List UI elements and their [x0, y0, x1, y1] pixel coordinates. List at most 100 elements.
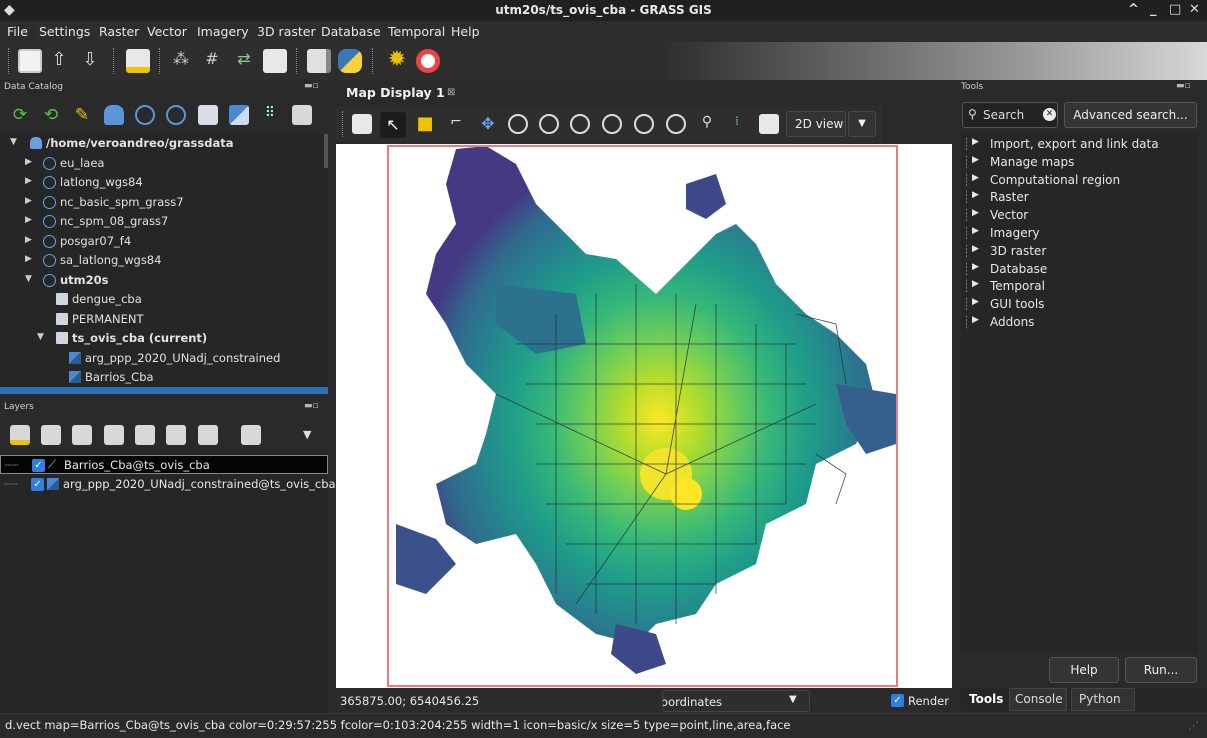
reload-icon[interactable]: ⟳: [10, 105, 30, 125]
map-composer-icon[interactable]: [263, 49, 287, 73]
layer-visibility-checkbox[interactable]: ✓: [31, 478, 44, 491]
view-mode-select[interactable]: 2D view: [786, 111, 846, 137]
menu-settings[interactable]: Settings: [39, 24, 90, 39]
save-display-icon[interactable]: [759, 114, 779, 134]
open-workspace-icon[interactable]: ⇧: [47, 49, 71, 73]
zoom-region-icon[interactable]: [666, 114, 686, 134]
tool-category-raster[interactable]: ┊ ▶ Raster: [961, 189, 1198, 207]
chevron-right-icon[interactable]: ▶: [25, 157, 32, 167]
dock-float-button[interactable]: ▬▫: [304, 81, 319, 91]
tree-grassdb-root[interactable]: ▼ /home/veroandreo/grassdata: [0, 134, 328, 153]
zoom-back-icon[interactable]: [634, 114, 654, 134]
window-minimize-button[interactable]: _: [1150, 2, 1157, 17]
add-raster-icon[interactable]: [41, 425, 61, 445]
menu-file[interactable]: File: [7, 24, 28, 39]
layer-item-vector[interactable]: ┄┄ ✓ ⟋ Barrios_Cba@ts_ovis_cba: [0, 455, 328, 474]
query-icon[interactable]: ⌐: [446, 114, 466, 134]
more-tools-dropdown-icon[interactable]: ▼: [303, 428, 311, 441]
analyze-icon[interactable]: ⚲: [697, 114, 717, 134]
tab-python[interactable]: Python: [1079, 692, 1121, 706]
menu-imagery[interactable]: Imagery: [197, 24, 249, 39]
chevron-right-icon[interactable]: ▶: [25, 176, 32, 186]
pointer-icon[interactable]: ↖: [380, 112, 406, 138]
add-raster-misc-icon[interactable]: [72, 425, 92, 445]
advanced-search-button[interactable]: Advanced search...: [1064, 102, 1197, 128]
render-map-icon[interactable]: [352, 114, 372, 134]
dock-float-button[interactable]: ▬▫: [1176, 81, 1191, 91]
window-maximize-button[interactable]: □: [1169, 2, 1181, 17]
import-raster-icon[interactable]: [229, 105, 249, 125]
help-button[interactable]: Help: [1049, 657, 1119, 683]
zoom-extent-icon[interactable]: [570, 114, 590, 134]
resize-grip-icon[interactable]: ⋰: [1188, 719, 1199, 732]
tree-location-item[interactable]: ▶ eu_laea: [0, 154, 328, 173]
add-overlay-icon[interactable]: [198, 425, 218, 445]
menu-raster[interactable]: Raster: [99, 24, 139, 39]
tree-scrollbar[interactable]: [324, 134, 328, 168]
tree-location-item[interactable]: ▶ sa_latlong_wgs84: [0, 251, 328, 270]
reload-current-mapset-icon[interactable]: ⟲: [41, 105, 61, 125]
tool-category-region[interactable]: ┊ ▶ Computational region: [961, 172, 1198, 190]
select-vector-icon[interactable]: ■: [415, 114, 435, 134]
remove-layer-icon[interactable]: [241, 425, 261, 445]
download-location-icon[interactable]: [166, 105, 186, 125]
clear-search-icon[interactable]: ✕: [1043, 108, 1056, 121]
add-map-layers-icon[interactable]: [10, 425, 30, 445]
tab-map-display-1[interactable]: Map Display 1 ⊠: [337, 83, 463, 104]
tab-tools[interactable]: Tools: [969, 692, 1003, 706]
save-workspace-icon[interactable]: ⇩: [78, 49, 102, 73]
window-close-button[interactable]: ✕: [1189, 2, 1200, 17]
tool-category-database[interactable]: ┊ ▶ Database: [961, 261, 1198, 279]
tree-mapset-item[interactable]: PERMANENT: [0, 310, 328, 329]
add-group-icon[interactable]: [166, 425, 186, 445]
menu-vector[interactable]: Vector: [147, 24, 187, 39]
menu-database[interactable]: Database: [321, 24, 381, 39]
pan-icon[interactable]: ✥: [478, 114, 498, 134]
chevron-right-icon[interactable]: ▶: [25, 215, 32, 225]
chevron-down-icon[interactable]: ▼: [25, 274, 32, 284]
edit-pencil-icon[interactable]: ✎: [72, 105, 92, 125]
window-shade-button[interactable]: ^: [1128, 2, 1139, 17]
python-shell-icon[interactable]: [338, 49, 362, 73]
tree-location-item[interactable]: ▶ posgar07_f4: [0, 232, 328, 251]
tool-category-addons[interactable]: ┊ ▶ Addons: [961, 314, 1198, 332]
menu-help[interactable]: Help: [451, 24, 480, 39]
map-canvas[interactable]: [336, 144, 952, 688]
new-map-display-icon[interactable]: [126, 49, 150, 73]
tool-category-temporal[interactable]: ┊ ▶ Temporal: [961, 278, 1198, 296]
tree-map-item[interactable]: Barrios_Cba: [0, 368, 328, 387]
tool-category-manage-maps[interactable]: ┊ ▶ Manage maps: [961, 154, 1198, 172]
help-lifebuoy-icon[interactable]: [416, 49, 440, 73]
tree-location-item[interactable]: ▶ nc_spm_08_grass7: [0, 212, 328, 231]
run-button[interactable]: Run...: [1125, 657, 1197, 683]
georectifier-icon[interactable]: ⁂: [169, 49, 193, 73]
tree-mapset-current[interactable]: ▼ ts_ovis_cba (current): [0, 329, 328, 348]
tool-category-vector[interactable]: ┊ ▶ Vector: [961, 207, 1198, 225]
tree-mapset-item[interactable]: dengue_cba: [0, 290, 328, 309]
graphical-modeler-icon[interactable]: ⇄: [232, 49, 256, 73]
add-vector-icon[interactable]: [104, 425, 124, 445]
add-overlay-decoration-icon[interactable]: ⁞: [727, 114, 747, 134]
tree-location-expanded[interactable]: ▼ utm20s: [0, 271, 328, 290]
zoom-out-icon[interactable]: [539, 114, 559, 134]
create-mapset-icon[interactable]: [198, 105, 218, 125]
layer-visibility-checkbox[interactable]: ✓: [32, 459, 45, 472]
tool-category-3d-raster[interactable]: ┊ ▶ 3D raster: [961, 243, 1198, 261]
new-workspace-icon[interactable]: [18, 49, 42, 73]
tree-map-item[interactable]: arg_ppp_2020_UNadj_constrained: [0, 349, 328, 368]
menu-temporal[interactable]: Temporal: [388, 24, 445, 39]
tool-category-import-export[interactable]: ┊ ▶ Import, export and link data: [961, 136, 1198, 154]
chevron-down-icon[interactable]: ▼: [37, 332, 44, 342]
script-editor-icon[interactable]: [307, 49, 331, 73]
chevron-right-icon[interactable]: ▶: [25, 196, 32, 206]
chevron-right-icon[interactable]: ▶: [25, 254, 32, 264]
tab-console[interactable]: Console: [1015, 692, 1063, 706]
import-vector-icon[interactable]: ⠿: [260, 105, 280, 125]
zoom-layer-icon[interactable]: [602, 114, 622, 134]
tree-location-item[interactable]: ▶ latlong_wgs84: [0, 173, 328, 192]
tool-category-gui-tools[interactable]: ┊ ▶ GUI tools: [961, 296, 1198, 314]
create-location-icon[interactable]: [135, 105, 155, 125]
layer-item-raster[interactable]: ┄┄ ✓ arg_ppp_2020_UNadj_constrained@ts_o…: [0, 475, 336, 494]
add-vector-misc-icon[interactable]: [135, 425, 155, 445]
zoom-in-icon[interactable]: [508, 114, 528, 134]
